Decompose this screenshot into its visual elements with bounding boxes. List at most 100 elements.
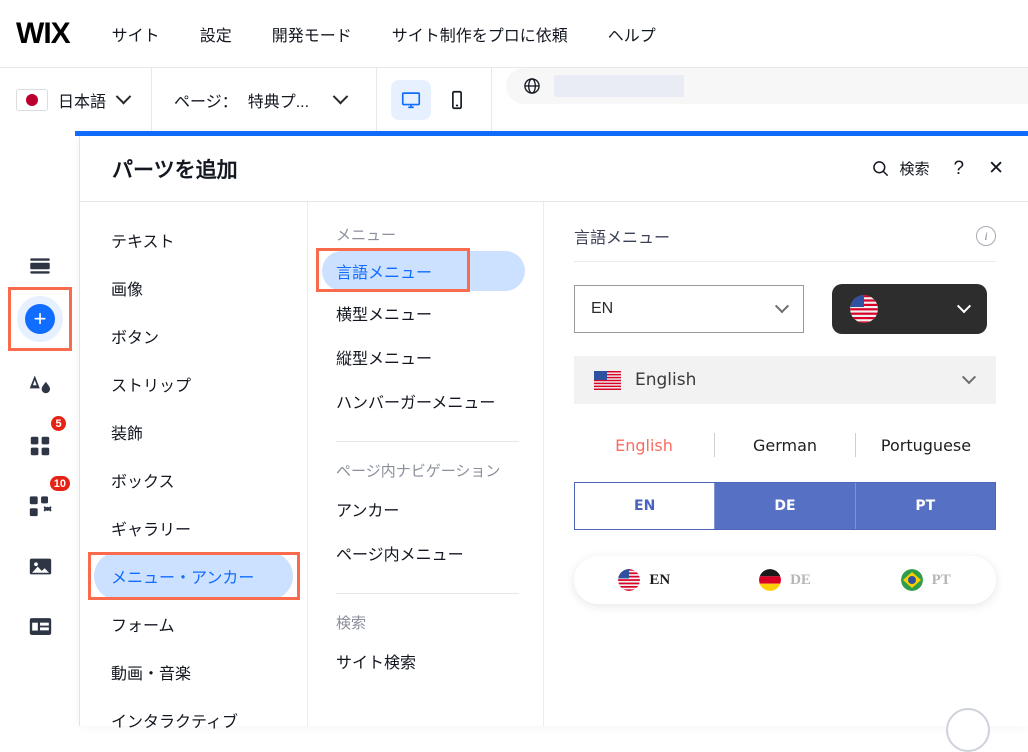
category-item-interactive[interactable]: インタラクティブ	[80, 696, 307, 744]
category-item-decoration[interactable]: 装飾	[80, 408, 307, 456]
category-item-gallery[interactable]: ギャラリー	[80, 504, 307, 552]
pill-label-en: EN	[649, 572, 670, 589]
category-item-box[interactable]: ボックス	[80, 456, 307, 504]
br-flag-icon	[901, 569, 923, 591]
language-link-english[interactable]: English	[574, 436, 714, 455]
language-flag-dropdown[interactable]	[832, 284, 987, 334]
panel-help-button[interactable]: ?	[954, 159, 965, 178]
subitem-anchor[interactable]: アンカー	[308, 487, 543, 531]
language-row-dropdown[interactable]: English	[574, 356, 996, 404]
us-flag-icon	[618, 569, 640, 591]
add-elements-highlight: +	[8, 287, 72, 351]
site-url-bar[interactable]	[506, 68, 1028, 104]
language-select-box[interactable]: EN	[574, 285, 804, 333]
preview-title: 言語メニュー	[574, 224, 670, 248]
preview-widget-row-1: EN	[574, 284, 996, 334]
category-item-text[interactable]: テキスト	[80, 216, 307, 264]
chevron-down-icon	[957, 299, 971, 313]
pill-item-pt[interactable]: PT	[855, 569, 996, 591]
segment-tab-de[interactable]: DE	[714, 483, 854, 529]
subcategory-divider	[336, 593, 519, 594]
subitem-site-search[interactable]: サイト検索	[308, 639, 543, 683]
language-selector-label: 日本語	[58, 88, 106, 112]
mobile-view-button[interactable]	[437, 80, 477, 120]
subitem-vertical-menu[interactable]: 縦型メニュー	[308, 335, 543, 379]
subitem-language-menu[interactable]: 言語メニュー	[322, 251, 525, 291]
category-item-strip[interactable]: ストリップ	[80, 360, 307, 408]
add-apps-icon	[27, 493, 54, 520]
view-mode-switcher	[377, 68, 492, 131]
language-selector[interactable]: 日本語	[0, 68, 152, 131]
desktop-view-button[interactable]	[391, 80, 431, 120]
plus-icon: +	[25, 304, 55, 334]
site-url-value	[554, 75, 684, 97]
page-selector[interactable]: ページ： 特典プ...	[152, 68, 377, 131]
site-design-icon	[27, 253, 53, 279]
desktop-icon	[400, 89, 422, 111]
chevron-down-icon	[333, 89, 349, 105]
segment-tab-en[interactable]: EN	[575, 483, 714, 529]
us-flag-icon	[594, 371, 621, 390]
panel-title: パーツを追加	[112, 154, 238, 184]
top-menu-item-dev-mode[interactable]: 開発モード	[272, 22, 352, 46]
language-link-portuguese[interactable]: Portuguese	[856, 436, 996, 455]
info-icon[interactable]: i	[976, 226, 996, 246]
subgroup-title-page-nav: ページ内ナビゲーション	[308, 460, 543, 487]
page-selector-value: 特典プ...	[248, 88, 309, 112]
top-menu-item-settings[interactable]: 設定	[200, 22, 232, 46]
editor-toolbar: 日本語 ページ： 特典プ...	[0, 68, 1028, 131]
rail-item-media[interactable]	[10, 536, 70, 596]
panel-body: テキスト 画像 ボタン ストリップ 装飾 ボックス ギャラリー メニュー・アンカ…	[80, 202, 1028, 726]
panel-search-label: 検索	[899, 158, 929, 179]
pill-label-pt: PT	[932, 572, 951, 589]
media-image-icon	[27, 553, 54, 580]
preview-column: 言語メニュー i EN	[544, 202, 1028, 726]
content-manager-icon	[27, 613, 54, 640]
category-item-image[interactable]: 画像	[80, 264, 307, 312]
rail-item-add-apps[interactable]: 10	[10, 476, 70, 536]
language-select-value: EN	[591, 300, 613, 318]
chevron-down-icon	[775, 299, 789, 313]
add-apps-badge: 10	[48, 474, 72, 493]
add-elements-button[interactable]: +	[17, 296, 63, 342]
wix-logo[interactable]: WIX	[16, 19, 70, 49]
rail-item-content-manager[interactable]	[10, 596, 70, 656]
panel-close-button[interactable]: ✕	[988, 159, 1004, 178]
pill-item-en[interactable]: EN	[574, 569, 715, 591]
category-item-menu-anchor[interactable]: メニュー・アンカー	[94, 552, 293, 600]
top-menu-item-help[interactable]: ヘルプ	[608, 22, 656, 46]
language-links-row: English German Portuguese	[574, 430, 996, 460]
category-item-button[interactable]: ボタン	[80, 312, 307, 360]
language-segmented-tabs: EN DE PT	[574, 482, 996, 530]
subitem-hamburger-menu[interactable]: ハンバーガーメニュー	[308, 379, 543, 423]
top-menu-bar: WIX サイト 設定 開発モード サイト制作をプロに依頼 ヘルプ	[0, 0, 1028, 68]
page-selector-prefix: ページ：	[174, 88, 238, 112]
language-pill-bar: EN DE	[574, 556, 996, 604]
panel-header: パーツを追加 検索 ? ✕	[80, 136, 1028, 202]
add-elements-panel: パーツを追加 検索 ? ✕ テキスト 画像 ボタン ストリップ 装飾 ボックス …	[80, 136, 1028, 726]
subcategory-list: メニュー 言語メニュー 横型メニュー 縦型メニュー ハンバーガーメニュー ページ…	[308, 202, 544, 726]
partial-widget-preview	[946, 708, 990, 752]
subitem-page-menu[interactable]: ページ内メニュー	[308, 531, 543, 575]
de-flag-icon	[759, 569, 781, 591]
top-menu-item-hire-pro[interactable]: サイト制作をプロに依頼	[392, 22, 568, 46]
category-item-video-music[interactable]: 動画・音楽	[80, 648, 307, 696]
category-list: テキスト 画像 ボタン ストリップ 装飾 ボックス ギャラリー メニュー・アンカ…	[80, 202, 308, 726]
subgroup-title-menu: メニュー	[308, 224, 543, 251]
pill-item-de[interactable]: DE	[715, 569, 856, 591]
chevron-down-icon	[116, 89, 132, 105]
globe-icon	[522, 76, 542, 96]
panel-header-actions: 検索 ? ✕	[871, 158, 1004, 179]
pill-label-de: DE	[790, 572, 811, 589]
rail-item-theme-manager[interactable]	[10, 356, 70, 416]
subitem-horizontal-menu[interactable]: 横型メニュー	[308, 291, 543, 335]
theme-manager-icon	[26, 372, 54, 400]
apps-grid-icon	[27, 433, 53, 459]
category-item-form[interactable]: フォーム	[80, 600, 307, 648]
language-link-german[interactable]: German	[715, 436, 855, 455]
subcategory-divider	[336, 441, 519, 442]
segment-tab-pt[interactable]: PT	[855, 483, 995, 529]
top-menu-item-site[interactable]: サイト	[112, 22, 160, 46]
rail-item-apps[interactable]: 5	[10, 416, 70, 476]
panel-search-button[interactable]: 検索	[871, 158, 929, 179]
